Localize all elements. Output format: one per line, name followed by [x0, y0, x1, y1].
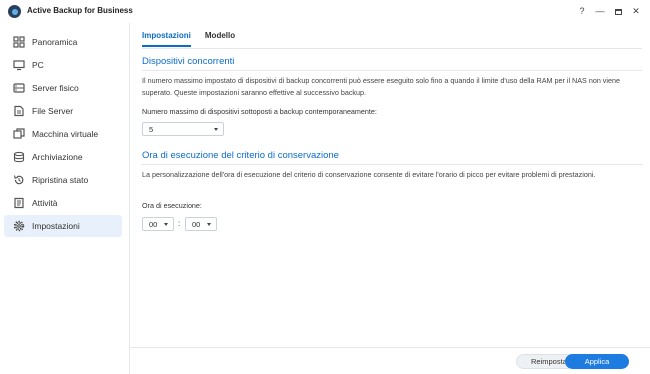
- minute-select[interactable]: 00: [185, 217, 217, 231]
- activity-icon: [12, 196, 26, 210]
- concurrent-devices-description: Il numero massimo impostato di dispositi…: [142, 76, 620, 97]
- sidebar-item-server-fisico[interactable]: Server fisico: [4, 77, 122, 99]
- sidebar-item-attivita[interactable]: Attività: [4, 192, 122, 214]
- chevron-down-icon: [164, 223, 168, 226]
- retention-time-description: La personalizzazione dell'ora di esecuzi…: [142, 170, 596, 179]
- tab-impostazioni[interactable]: Impostazioni: [142, 31, 191, 47]
- minimize-button[interactable]: —: [594, 4, 606, 18]
- gear-icon: [12, 219, 26, 233]
- restore-icon: [12, 173, 26, 187]
- title-bar: Active Backup for Business ? — ✕: [0, 0, 650, 23]
- max-devices-select[interactable]: 5: [142, 122, 224, 136]
- time-separator: :: [178, 219, 181, 228]
- footer-divider: [130, 347, 650, 348]
- sidebar-item-label: Panoramica: [32, 37, 78, 47]
- hour-select[interactable]: 00: [142, 217, 174, 231]
- sidebar-item-file-server[interactable]: File Server: [4, 100, 122, 122]
- chevron-down-icon: [214, 128, 218, 131]
- sidebar-item-archiviazione[interactable]: Archiviazione: [4, 146, 122, 168]
- help-button[interactable]: ?: [576, 4, 588, 18]
- sidebar-item-ripristina-stato[interactable]: Ripristina stato: [4, 169, 122, 191]
- main-content: Impostazioni Modello Dispositivi concorr…: [130, 23, 650, 374]
- app-title: Active Backup for Business: [27, 6, 133, 15]
- pc-icon: [12, 58, 26, 72]
- section-divider: [142, 164, 642, 165]
- execution-time-label: Ora di esecuzione:: [142, 201, 202, 210]
- sidebar-item-macchina-virtuale[interactable]: Macchina virtuale: [4, 123, 122, 145]
- max-devices-label: Numero massimo di dispositivi sottoposti…: [142, 107, 377, 116]
- storage-icon: [12, 150, 26, 164]
- sidebar-item-pc[interactable]: PC: [4, 54, 122, 76]
- app-logo-icon: [8, 5, 21, 18]
- maximize-icon: [614, 8, 622, 15]
- sidebar-item-label: File Server: [32, 106, 74, 116]
- sidebar-item-impostazioni[interactable]: Impostazioni: [4, 215, 122, 237]
- tab-modello[interactable]: Modello: [205, 31, 235, 45]
- sidebar-item-label: Ripristina stato: [32, 175, 89, 185]
- sidebar-item-label: PC: [32, 60, 44, 70]
- tab-divider: [142, 48, 642, 49]
- sidebar: Panoramica PC Server fisico File Server …: [0, 23, 129, 374]
- section-divider: [142, 70, 642, 71]
- sidebar-item-label: Attività: [32, 198, 58, 208]
- sidebar-item-label: Server fisico: [32, 83, 79, 93]
- chevron-down-icon: [207, 223, 211, 226]
- dashboard-icon: [12, 35, 26, 49]
- file-server-icon: [12, 104, 26, 118]
- sidebar-item-label: Impostazioni: [32, 221, 80, 231]
- sidebar-item-label: Macchina virtuale: [32, 129, 99, 139]
- hour-value: 00: [149, 219, 158, 229]
- sidebar-item-label: Archiviazione: [32, 152, 83, 162]
- tab-bar: Impostazioni Modello: [142, 31, 249, 47]
- apply-button[interactable]: Applica: [565, 354, 629, 369]
- minute-value: 00: [192, 219, 201, 229]
- sidebar-item-panoramica[interactable]: Panoramica: [4, 31, 122, 53]
- maximize-button[interactable]: [612, 4, 624, 18]
- max-devices-value: 5: [149, 124, 154, 134]
- server-icon: [12, 81, 26, 95]
- close-button[interactable]: ✕: [630, 4, 642, 18]
- section-title-concurrent-devices: Dispositivi concorrenti: [142, 56, 235, 67]
- section-title-retention-time: Ora di esecuzione del criterio di conser…: [142, 150, 339, 161]
- virtual-machine-icon: [12, 127, 26, 141]
